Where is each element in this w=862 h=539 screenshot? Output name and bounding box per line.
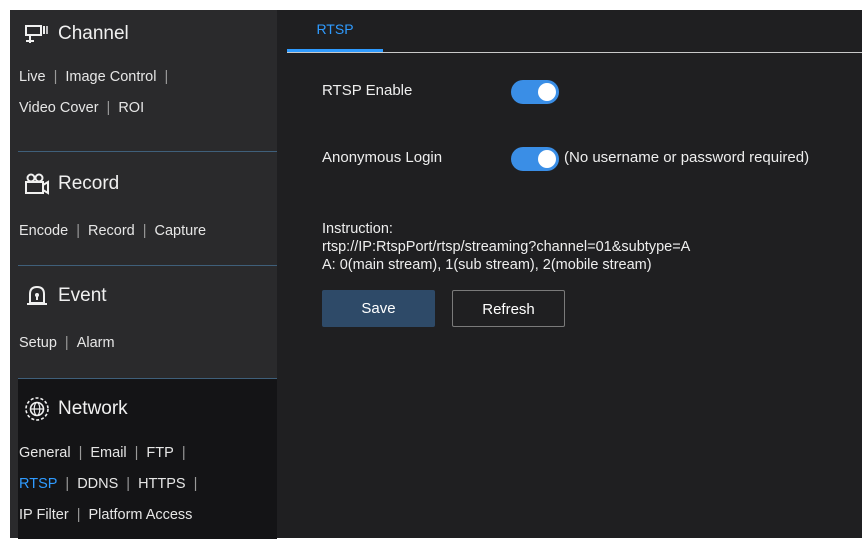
link-roi[interactable]: ROI (118, 100, 144, 116)
sidebar-title-network: Network (58, 398, 128, 419)
link-ip-filter[interactable]: IP Filter (19, 507, 69, 523)
sidebar: Channel Live | Image Control | Video Cover |… (10, 10, 277, 539)
main-panel: RTSP RTSP Enable Anonymous Login (No use… (287, 10, 862, 538)
save-button[interactable]: Save (322, 290, 435, 327)
link-record[interactable]: Record (88, 223, 135, 239)
anonymous-login-note: (No username or password required) (564, 149, 810, 166)
refresh-button[interactable]: Refresh (452, 290, 565, 327)
channel-links: Live | Image Control | Video Cover | ROI (19, 69, 169, 116)
link-email[interactable]: Email (90, 445, 126, 461)
toggle-knob (538, 83, 556, 101)
tab-bar: RTSP (287, 10, 862, 53)
sidebar-header-event[interactable]: Event (18, 272, 107, 320)
camera-channel-icon (24, 21, 50, 47)
link-general[interactable]: General (19, 445, 71, 461)
sidebar-title-record: Record (58, 173, 120, 194)
link-setup[interactable]: Setup (19, 335, 57, 351)
instruction-block: Instruction: rtsp://IP:RtspPort/rtsp/str… (322, 220, 690, 274)
link-video-cover[interactable]: Video Cover (19, 100, 99, 116)
link-rtsp[interactable]: RTSP (19, 476, 57, 492)
link-ddns[interactable]: DDNS (77, 476, 118, 492)
sidebar-section-event: Event Setup | Alarm (18, 265, 277, 379)
network-links: General | Email | FTP | RTSP | DDNS | HTTPS | IP F… (19, 445, 198, 523)
sidebar-header-network[interactable]: Network (18, 385, 128, 433)
sidebar-header-channel[interactable]: Channel (18, 10, 129, 58)
link-alarm[interactable]: Alarm (77, 335, 115, 351)
link-image-control[interactable]: Image Control (65, 69, 156, 85)
anonymous-login-label: Anonymous Login (322, 149, 443, 166)
instruction-streams: A: 0(main stream), 1(sub stream), 2(mobi… (322, 257, 652, 273)
link-live[interactable]: Live (19, 69, 46, 85)
video-camera-icon (24, 171, 50, 197)
link-https[interactable]: HTTPS (138, 476, 186, 492)
instruction-title: Instruction: (322, 221, 393, 237)
sidebar-header-record[interactable]: Record (18, 160, 119, 208)
link-ftp[interactable]: FTP (146, 445, 173, 461)
record-links: Encode | Record | Capture (19, 223, 207, 239)
toggle-knob (538, 150, 556, 168)
anonymous-login-toggle[interactable] (511, 147, 559, 171)
sidebar-title-channel: Channel (58, 23, 129, 44)
link-capture[interactable]: Capture (155, 223, 207, 239)
sidebar-section-record: Record Encode | Record | Capture (18, 151, 277, 266)
sidebar-title-event: Event (58, 285, 107, 306)
event-links: Setup | Alarm (19, 335, 115, 351)
alarm-bell-icon (24, 283, 50, 309)
tab-rtsp[interactable]: RTSP (287, 10, 383, 52)
sidebar-section-network: Network General | Email | FTP | RTSP | DDNS | HTT… (18, 378, 277, 539)
rtsp-enable-label: RTSP Enable (322, 82, 413, 99)
link-encode[interactable]: Encode (19, 223, 68, 239)
instruction-url: rtsp://IP:RtspPort/rtsp/streaming?channe… (322, 239, 691, 255)
link-platform-access[interactable]: Platform Access (88, 507, 192, 523)
rtsp-enable-toggle[interactable] (511, 80, 559, 104)
globe-network-icon (24, 396, 50, 422)
sidebar-section-channel: Channel Live | Image Control | Video Cover |… (18, 10, 277, 151)
app-window: Channel Live | Image Control | Video Cover |… (10, 10, 862, 539)
